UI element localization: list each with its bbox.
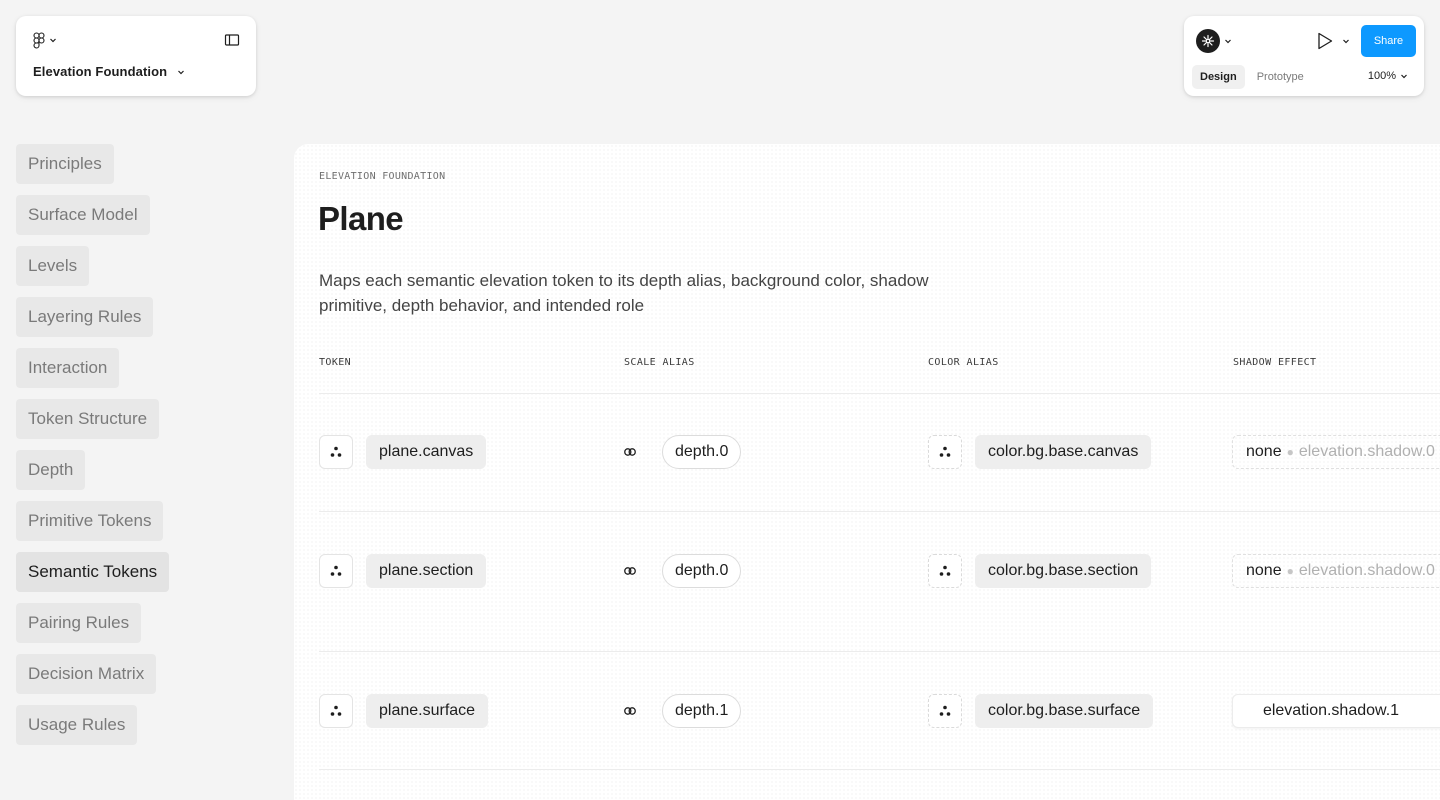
chevron-down-icon [1343,39,1349,44]
shadow-value: none [1246,443,1282,460]
file-card: Elevation Foundation [16,16,256,96]
tab-prototype[interactable]: Prototype [1249,65,1312,89]
sidebar-item-depth[interactable]: Depth [16,450,86,490]
shadow-value: elevation.shadow.1 [1262,702,1400,719]
color-alias: color.bg.base.surface [975,694,1154,728]
sidebar-item-primitive-tokens[interactable]: Primitive Tokens [16,501,164,541]
section-eyebrow: ELEVATION FOUNDATION [319,171,446,182]
token-icon-button[interactable] [319,554,353,588]
scale-alias-pill: depth.0 [662,435,742,469]
three-dots-cluster-icon [939,446,951,457]
user-menu[interactable] [1196,29,1232,53]
three-dots-cluster-icon [330,705,342,716]
column-header-token: TOKEN [319,357,352,368]
shadow-effect-preview: none ● elevation.shadow.0 [1232,435,1440,469]
color-alias: color.bg.base.section [975,554,1152,588]
token-name: plane.section [366,554,487,588]
sidebar-item-layering-rules[interactable]: Layering Rules [16,297,154,337]
token-icon-button[interactable] [319,694,353,728]
shadow-effect-preview: elevation.shadow.1 [1232,694,1440,728]
bullet-separator: ● [1286,564,1294,578]
three-dots-cluster-icon [939,565,951,576]
sidebar-item-token-structure[interactable]: Token Structure [16,399,160,439]
main-panel: ELEVATION FOUNDATION Plane Maps each sem… [294,144,1440,800]
tab-design[interactable]: Design [1192,65,1245,89]
mode-tabs: Design Prototype [1192,65,1312,89]
three-dots-cluster-icon [330,446,342,457]
shadow-effect-preview: none ● elevation.shadow.0 [1232,554,1440,588]
chevron-down-icon [1401,74,1407,79]
sidebar-item-usage-rules[interactable]: Usage Rules [16,705,138,745]
sidebar-item-pairing-rules[interactable]: Pairing Rules [16,603,142,643]
figma-logo-icon [33,31,45,49]
shadow-primitive: elevation.shadow.0 [1298,443,1435,460]
three-dots-cluster-icon [330,565,342,576]
color-icon-button[interactable] [928,554,962,588]
file-title: Elevation Foundation [33,64,168,79]
scale-alias-pill: depth.0 [662,554,742,588]
table-row: plane.canvas depth.0 color.bg.base.canva… [294,435,1440,469]
main-menu-button[interactable] [33,31,57,49]
sidebar-item-interaction[interactable]: Interaction [16,348,120,388]
snowflake-avatar-icon [1201,34,1215,48]
zoom-level: 100% [1367,70,1396,82]
link-icon[interactable] [623,445,637,459]
shadow-primitive: elevation.shadow.0 [1298,562,1435,579]
chevron-down-icon [178,70,185,74]
column-header-shadow-effect: SHADOW EFFECT [1233,357,1317,368]
row-divider [319,769,1440,770]
three-dots-cluster-icon [939,705,951,716]
token-icon-button[interactable] [319,435,353,469]
play-icon [1318,32,1333,50]
present-button[interactable] [1316,31,1350,51]
toolbar-card: Share Design Prototype 100% [1184,16,1424,96]
table-row: plane.section depth.0 color.bg.base.sect… [294,554,1440,588]
page-description: Maps each semantic elevation token to it… [319,271,929,315]
link-icon[interactable] [623,704,637,718]
bullet-separator: ● [1286,445,1294,459]
sidebar-item-principles[interactable]: Principles [16,144,114,184]
sidebar-nav: Principles Surface Model Levels Layering… [16,144,170,745]
column-header-color-alias: COLOR ALIAS [928,357,999,368]
column-header-scale-alias: SCALE ALIAS [624,357,695,368]
color-alias: color.bg.base.canvas [975,435,1152,469]
share-button[interactable]: Share [1361,25,1416,57]
sidebar-item-semantic-tokens[interactable]: Semantic Tokens [16,552,170,592]
sidebar-panel-icon[interactable] [224,32,240,48]
chevron-down-icon [1225,39,1231,44]
row-divider [319,511,1440,512]
zoom-menu[interactable]: 100% [1368,70,1408,82]
row-divider [319,393,1440,394]
token-name: plane.surface [366,694,489,728]
sidebar-item-decision-matrix[interactable]: Decision Matrix [16,654,157,694]
shadow-value: none [1246,562,1282,579]
file-name-menu[interactable]: Elevation Foundation [33,64,185,79]
color-icon-button[interactable] [928,435,962,469]
scale-alias-pill: depth.1 [662,694,742,728]
row-divider [319,651,1440,652]
avatar [1196,29,1220,53]
color-icon-button[interactable] [928,694,962,728]
token-name: plane.canvas [366,435,487,469]
sidebar-item-levels[interactable]: Levels [16,246,90,286]
table-row: plane.surface depth.1 color.bg.base.surf… [294,694,1440,728]
chevron-down-icon [50,38,56,43]
sidebar-item-surface-model[interactable]: Surface Model [16,195,150,235]
page-title: Plane [318,200,404,237]
link-icon[interactable] [623,564,637,578]
